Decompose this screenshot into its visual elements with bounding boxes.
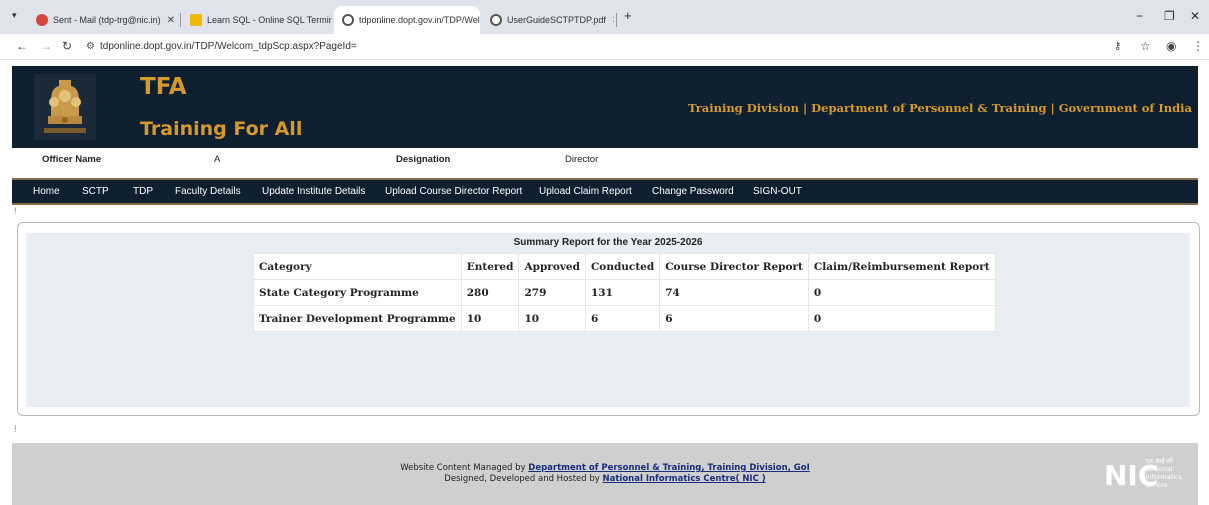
close-window-icon[interactable]: ✕ [1190, 9, 1200, 23]
site-header-banner: TFA Training For All Training Division |… [12, 66, 1198, 148]
minimize-icon[interactable]: − [1136, 9, 1143, 23]
table-row: State Category Programme 280 279 131 74 … [253, 279, 996, 306]
nic-link[interactable]: National Informatics Centre( NIC ) [603, 474, 766, 484]
menu-tdp[interactable]: TDP [133, 186, 153, 197]
tab-divider [180, 13, 181, 27]
column-header: Claim/Reimbursement Report [807, 253, 996, 280]
table-cell: Trainer Development Programme [253, 305, 462, 332]
report-title: Summary Report for the Year 2025-2026 [513, 237, 703, 248]
table-cell: 280 [460, 279, 520, 306]
menu-change-password[interactable]: Change Password [652, 186, 734, 197]
table-cell: 10 [518, 305, 586, 332]
back-arrow-icon[interactable]: ← [16, 39, 28, 53]
table-cell: State Category Programme [253, 279, 462, 306]
table-cell: 131 [584, 279, 661, 306]
tab-userguide-pdf[interactable]: UserGuideSCTPTDP.pdf ✕ [482, 6, 614, 34]
menu-faculty-details[interactable]: Faculty Details [175, 186, 241, 197]
globe-favicon-icon [490, 14, 502, 26]
browser-menu-icon[interactable]: ⋮ [1192, 39, 1204, 53]
globe-favicon-icon [342, 14, 354, 26]
officer-name-value: A [214, 154, 221, 165]
reload-icon[interactable]: ↻ [62, 39, 72, 53]
menu-home[interactable]: Home [33, 186, 60, 197]
site-info-icon[interactable]: ⚙ [86, 41, 95, 52]
footer-designed-by: Designed, Developed and Hosted by Nation… [12, 474, 1198, 484]
footer-line1-prefix: Website Content Managed by [400, 463, 529, 473]
tab-mail[interactable]: Sent - Mail (tdp-trg@nic.in) ✕ [28, 6, 178, 34]
tab-title: tdponline.dopt.gov.in/TDP/Wel [359, 15, 480, 25]
browser-tab-strip: ▾ Sent - Mail (tdp-trg@nic.in) ✕ Learn S… [0, 0, 1209, 34]
stray-marker: ! [14, 424, 17, 434]
dopt-link[interactable]: Department of Personnel & Training, Trai… [528, 463, 810, 473]
menu-upload-course-director-report[interactable]: Upload Course Director Report [385, 186, 522, 197]
table-cell: 279 [518, 279, 586, 306]
password-key-icon[interactable]: ⚷ [1114, 41, 1121, 52]
nic-caption-line: Informatics [1145, 473, 1183, 481]
table-cell: 10 [460, 305, 520, 332]
table-row: Trainer Development Programme 10 10 6 6 … [253, 305, 996, 332]
summary-report: Summary Report for the Year 2025-2026 Ca… [253, 233, 996, 332]
bookmark-star-icon[interactable]: ☆ [1140, 39, 1151, 53]
tab-title: Learn SQL - Online SQL Termin [207, 15, 332, 25]
tab-learn-sql[interactable]: Learn SQL - Online SQL Termin ✕ [182, 6, 332, 34]
menu-upload-claim-report[interactable]: Upload Claim Report [539, 186, 632, 197]
column-header: Category [253, 253, 462, 280]
tab-title: Sent - Mail (tdp-trg@nic.in) [53, 15, 161, 25]
nic-caption: एन आई सी National Informatics Centre [1146, 457, 1183, 489]
national-emblem-icon [34, 74, 96, 140]
table-cell: 0 [807, 305, 996, 332]
nic-caption-line: National [1145, 465, 1173, 473]
menu-update-institute-details[interactable]: Update Institute Details [262, 186, 365, 197]
nic-caption-line: Centre [1145, 481, 1168, 489]
sql-favicon-icon [190, 14, 202, 26]
forward-arrow-icon[interactable]: → [40, 39, 52, 53]
table-header-row: Category Entered Approved Conducted Cour… [253, 253, 996, 280]
table-cell: 6 [659, 305, 809, 332]
footer-content-managed: Website Content Managed by Department of… [12, 463, 1198, 473]
address-bar: ← → ↻ ⚙ tdponline.dopt.gov.in/TDP/Welcom… [0, 34, 1209, 60]
table-cell: 0 [807, 279, 996, 306]
department-title: Training Division | Department of Person… [687, 101, 1192, 115]
site-subtitle: Training For All [140, 118, 303, 140]
designation-label: Designation [396, 154, 451, 165]
site-footer: Website Content Managed by Department of… [12, 443, 1198, 505]
url-field[interactable]: tdponline.dopt.gov.in/TDP/Welcom_tdpScp.… [100, 41, 357, 52]
summary-table: Category Entered Approved Conducted Cour… [253, 253, 996, 332]
menu-sign-out[interactable]: SIGN-OUT [753, 186, 802, 197]
restore-icon[interactable]: ❐ [1164, 9, 1175, 23]
tab-title: UserGuideSCTPTDP.pdf [507, 15, 606, 25]
mail-favicon-icon [36, 14, 48, 26]
designation-value: Director [565, 154, 599, 165]
nic-caption-line: एन आई सी [1145, 457, 1173, 465]
officer-info-row: Officer Name A Designation Director [12, 148, 1198, 176]
site-title: TFA [140, 74, 187, 100]
stray-marker: ! [14, 206, 17, 216]
table-cell: 6 [584, 305, 661, 332]
tab-search-icon[interactable]: ▾ [12, 10, 17, 21]
tab-tdponline[interactable]: tdponline.dopt.gov.in/TDP/Wel ✕ [334, 6, 480, 34]
tab-close-icon[interactable]: ✕ [606, 15, 614, 26]
tab-divider [616, 13, 617, 27]
tab-close-icon[interactable]: ✕ [161, 15, 175, 26]
column-header: Conducted [584, 253, 661, 280]
column-header: Approved [518, 253, 586, 280]
menu-sctp[interactable]: SCTP [82, 186, 109, 197]
new-tab-plus-icon[interactable]: + [624, 8, 632, 23]
profile-avatar-icon[interactable]: ◉ [1166, 39, 1176, 53]
column-header: Entered [460, 253, 520, 280]
table-cell: 74 [659, 279, 809, 306]
footer-line2-prefix: Designed, Developed and Hosted by [444, 474, 603, 484]
main-menu-bar: Home SCTP TDP Faculty Details Update Ins… [12, 178, 1198, 205]
column-header: Course Director Report [659, 253, 809, 280]
officer-name-label: Officer Name [42, 154, 102, 165]
